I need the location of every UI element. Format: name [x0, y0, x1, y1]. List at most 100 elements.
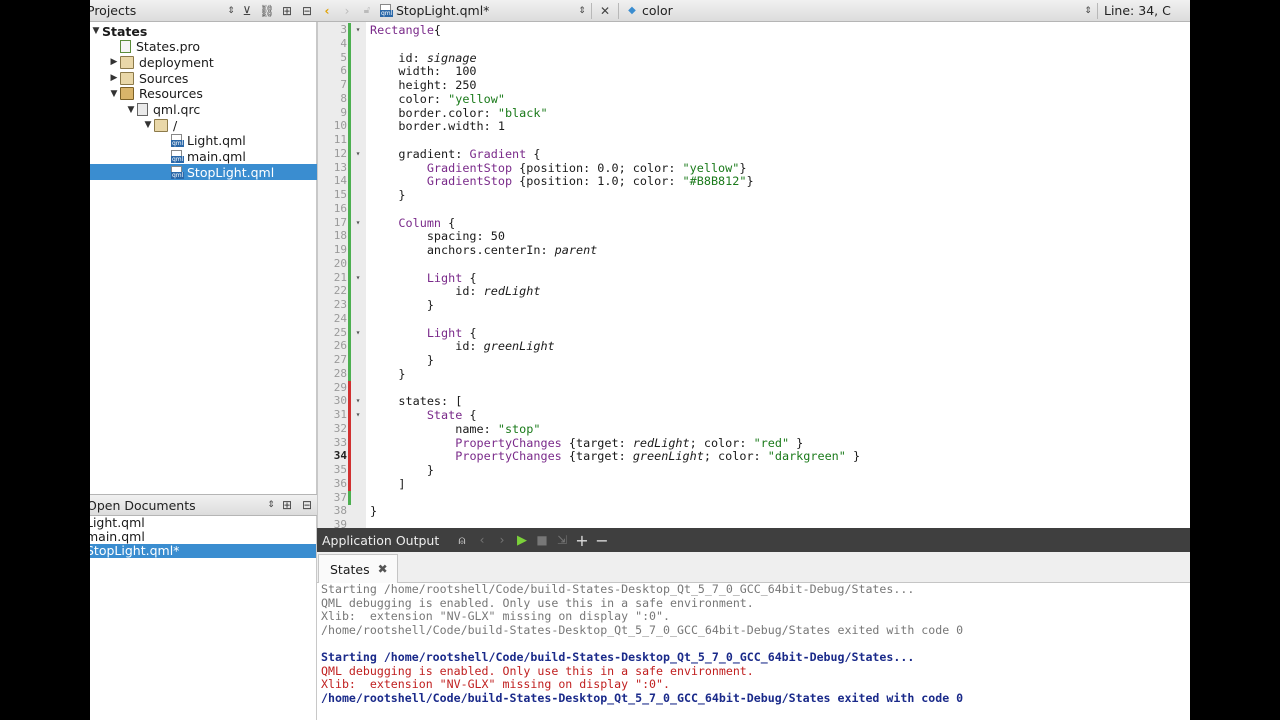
line-number: 28 — [333, 366, 347, 380]
code-line[interactable]: 19 anchors.centerIn: parent — [318, 243, 1190, 257]
code-line[interactable]: 21 ▾ Light { — [318, 270, 1190, 285]
fold-marker-icon[interactable]: ▾ — [353, 216, 363, 230]
code-line[interactable]: 29 — [318, 380, 1190, 395]
collapsed-arrow-icon[interactable]: ▶ — [108, 73, 120, 83]
tree-item[interactable]: ▼ qml.qrc — [90, 102, 317, 118]
application-output-text[interactable]: Starting /home/rootshell/Code/build-Stat… — [317, 583, 1190, 720]
code-line[interactable]: 18 spacing: 50 — [318, 229, 1190, 244]
panel-selector-updown-icon[interactable]: ⇕ — [265, 495, 277, 515]
split-panel-icon[interactable]: ⊞ — [277, 1, 297, 21]
code-line[interactable]: 27 } — [318, 353, 1190, 367]
code-line[interactable]: 39 — [318, 518, 1190, 528]
tree-item[interactable]: StopLight.qml — [90, 164, 317, 181]
previous-item-icon[interactable]: ‹ — [472, 530, 492, 550]
code-token: greenLight — [483, 339, 555, 354]
next-item-icon[interactable]: › — [492, 530, 512, 550]
open-document-item[interactable]: StopLight.qml* — [90, 544, 316, 558]
saved-change-marker — [348, 146, 351, 161]
code-token: border.color: — [370, 105, 498, 120]
code-line[interactable]: 16 — [318, 201, 1190, 216]
open-document-item[interactable]: main.qml — [90, 530, 316, 544]
link-with-editor-icon[interactable]: ⛓ — [257, 1, 277, 21]
line-number: 37 — [333, 490, 347, 504]
attach-debugger-icon[interactable]: ⍝ — [452, 530, 472, 550]
zoom-in-icon[interactable]: + — [572, 530, 592, 550]
code-line[interactable]: 12 ▾ gradient: Gradient { — [318, 146, 1190, 161]
tree-item[interactable]: ▼ / — [90, 117, 317, 133]
code-line[interactable]: 28 } — [318, 366, 1190, 381]
expanded-arrow-icon[interactable]: ▼ — [108, 89, 120, 99]
back-arrow-icon[interactable]: ‹ — [317, 1, 337, 21]
clean-icon[interactable]: ⇲ — [552, 530, 572, 550]
code-line[interactable]: 34 PropertyChanges {target: greenLight; … — [318, 449, 1190, 464]
code-line[interactable]: 10 border.width: 1 — [318, 119, 1190, 134]
close-document-icon[interactable]: ✕ — [595, 1, 615, 21]
fold-marker-icon[interactable]: ▾ — [353, 408, 363, 422]
forward-arrow-icon[interactable]: › — [337, 1, 357, 21]
expanded-arrow-icon[interactable]: ▼ — [142, 120, 154, 130]
run-icon[interactable]: ▶ — [512, 530, 532, 550]
code-line[interactable]: 7 height: 250 — [318, 78, 1190, 92]
code-line[interactable]: 33 PropertyChanges {target: redLight; co… — [318, 435, 1190, 450]
collapsed-arrow-icon[interactable]: ▶ — [108, 57, 120, 67]
code-line[interactable]: 24 — [318, 311, 1190, 326]
expanded-arrow-icon[interactable]: ▼ — [125, 105, 137, 115]
split-panel-icon[interactable]: ⊞ — [277, 495, 297, 515]
file-dropdown-icon[interactable]: ⇕ — [576, 1, 588, 21]
code-line[interactable]: 4 — [318, 36, 1190, 51]
expanded-arrow-icon[interactable]: ▼ — [90, 26, 102, 36]
tab-states[interactable]: States ✖ — [318, 554, 398, 583]
tree-item[interactable]: ▼ States — [90, 23, 317, 39]
code-line[interactable]: 22 id: redLight — [318, 284, 1190, 299]
code-line[interactable]: 11 — [318, 133, 1190, 147]
code-line[interactable]: 23 } — [318, 298, 1190, 312]
toolbar-separator — [591, 2, 592, 19]
cursor-position[interactable]: Line: 34, C — [1104, 3, 1171, 18]
tree-item[interactable]: main.qml — [90, 149, 317, 165]
code-line[interactable]: 32 name: "stop" — [318, 421, 1190, 436]
tree-item[interactable]: ▶ Sources — [90, 70, 317, 86]
fold-marker-icon[interactable]: ▾ — [353, 271, 363, 285]
code-line[interactable]: 8 color: "yellow" — [318, 91, 1190, 106]
fold-marker-icon[interactable]: ▾ — [353, 147, 363, 161]
panel-selector-updown-icon[interactable]: ⇕ — [225, 1, 237, 21]
code-line[interactable]: 38} — [318, 504, 1190, 518]
zoom-out-icon[interactable]: − — [592, 530, 612, 550]
code-line[interactable]: 5 id: signage — [318, 50, 1190, 65]
code-line[interactable]: 25 ▾ Light { — [318, 325, 1190, 340]
code-line[interactable]: 31 ▾ State { — [318, 408, 1190, 422]
code-line[interactable]: 3 ▾ Rectangle{ — [318, 23, 1190, 37]
open-document-item[interactable]: Light.qml — [90, 516, 316, 530]
tree-item[interactable]: ▼ Resources — [90, 86, 317, 102]
code-line[interactable]: 6 width: 100 — [318, 64, 1190, 79]
symbol-dropdown-icon[interactable]: ⇕ — [1082, 1, 1094, 21]
close-panel-icon[interactable]: ⊟ — [297, 495, 317, 515]
code-line[interactable]: 20 — [318, 256, 1190, 271]
tree-item[interactable]: States.pro — [90, 39, 317, 55]
code-line[interactable]: 37 — [318, 490, 1190, 505]
filter-icon[interactable]: ⊻ — [237, 1, 257, 21]
code-line[interactable]: 30 ▾ states: [ — [318, 394, 1190, 409]
fold-marker-icon[interactable]: ▾ — [353, 23, 363, 37]
code-line[interactable]: 35 } — [318, 463, 1190, 477]
stop-icon[interactable]: ■ — [532, 530, 552, 550]
code-text: } — [370, 504, 377, 518]
tree-item[interactable]: ▶ deployment — [90, 54, 317, 70]
close-tab-icon[interactable]: ✖ — [378, 562, 388, 576]
close-panel-icon[interactable]: ⊟ — [297, 1, 317, 21]
code-line[interactable]: 9 border.color: "black" — [318, 105, 1190, 120]
code-line[interactable]: 36 ] — [318, 476, 1190, 491]
fold-marker-icon[interactable]: ▾ — [353, 394, 363, 408]
code-line[interactable]: 15 } — [318, 188, 1190, 202]
code-line[interactable]: 14 GradientStop {position: 1.0; color: "… — [318, 174, 1190, 189]
editor-file-name[interactable]: StopLight.qml* — [396, 3, 576, 18]
code-line[interactable]: 26 id: greenLight — [318, 339, 1190, 354]
fold-marker-icon[interactable]: ▾ — [353, 326, 363, 340]
code-line[interactable]: 17 ▾ Column { — [318, 215, 1190, 230]
tree-item[interactable]: Light.qml — [90, 133, 317, 149]
symbol-selector[interactable]: color — [642, 3, 1082, 18]
code-line[interactable]: 13 GradientStop {position: 0.0; color: "… — [318, 160, 1190, 175]
code-editor[interactable]: 3 ▾ Rectangle{4 5 id: signage 6 width: 100 7 … — [317, 22, 1190, 528]
